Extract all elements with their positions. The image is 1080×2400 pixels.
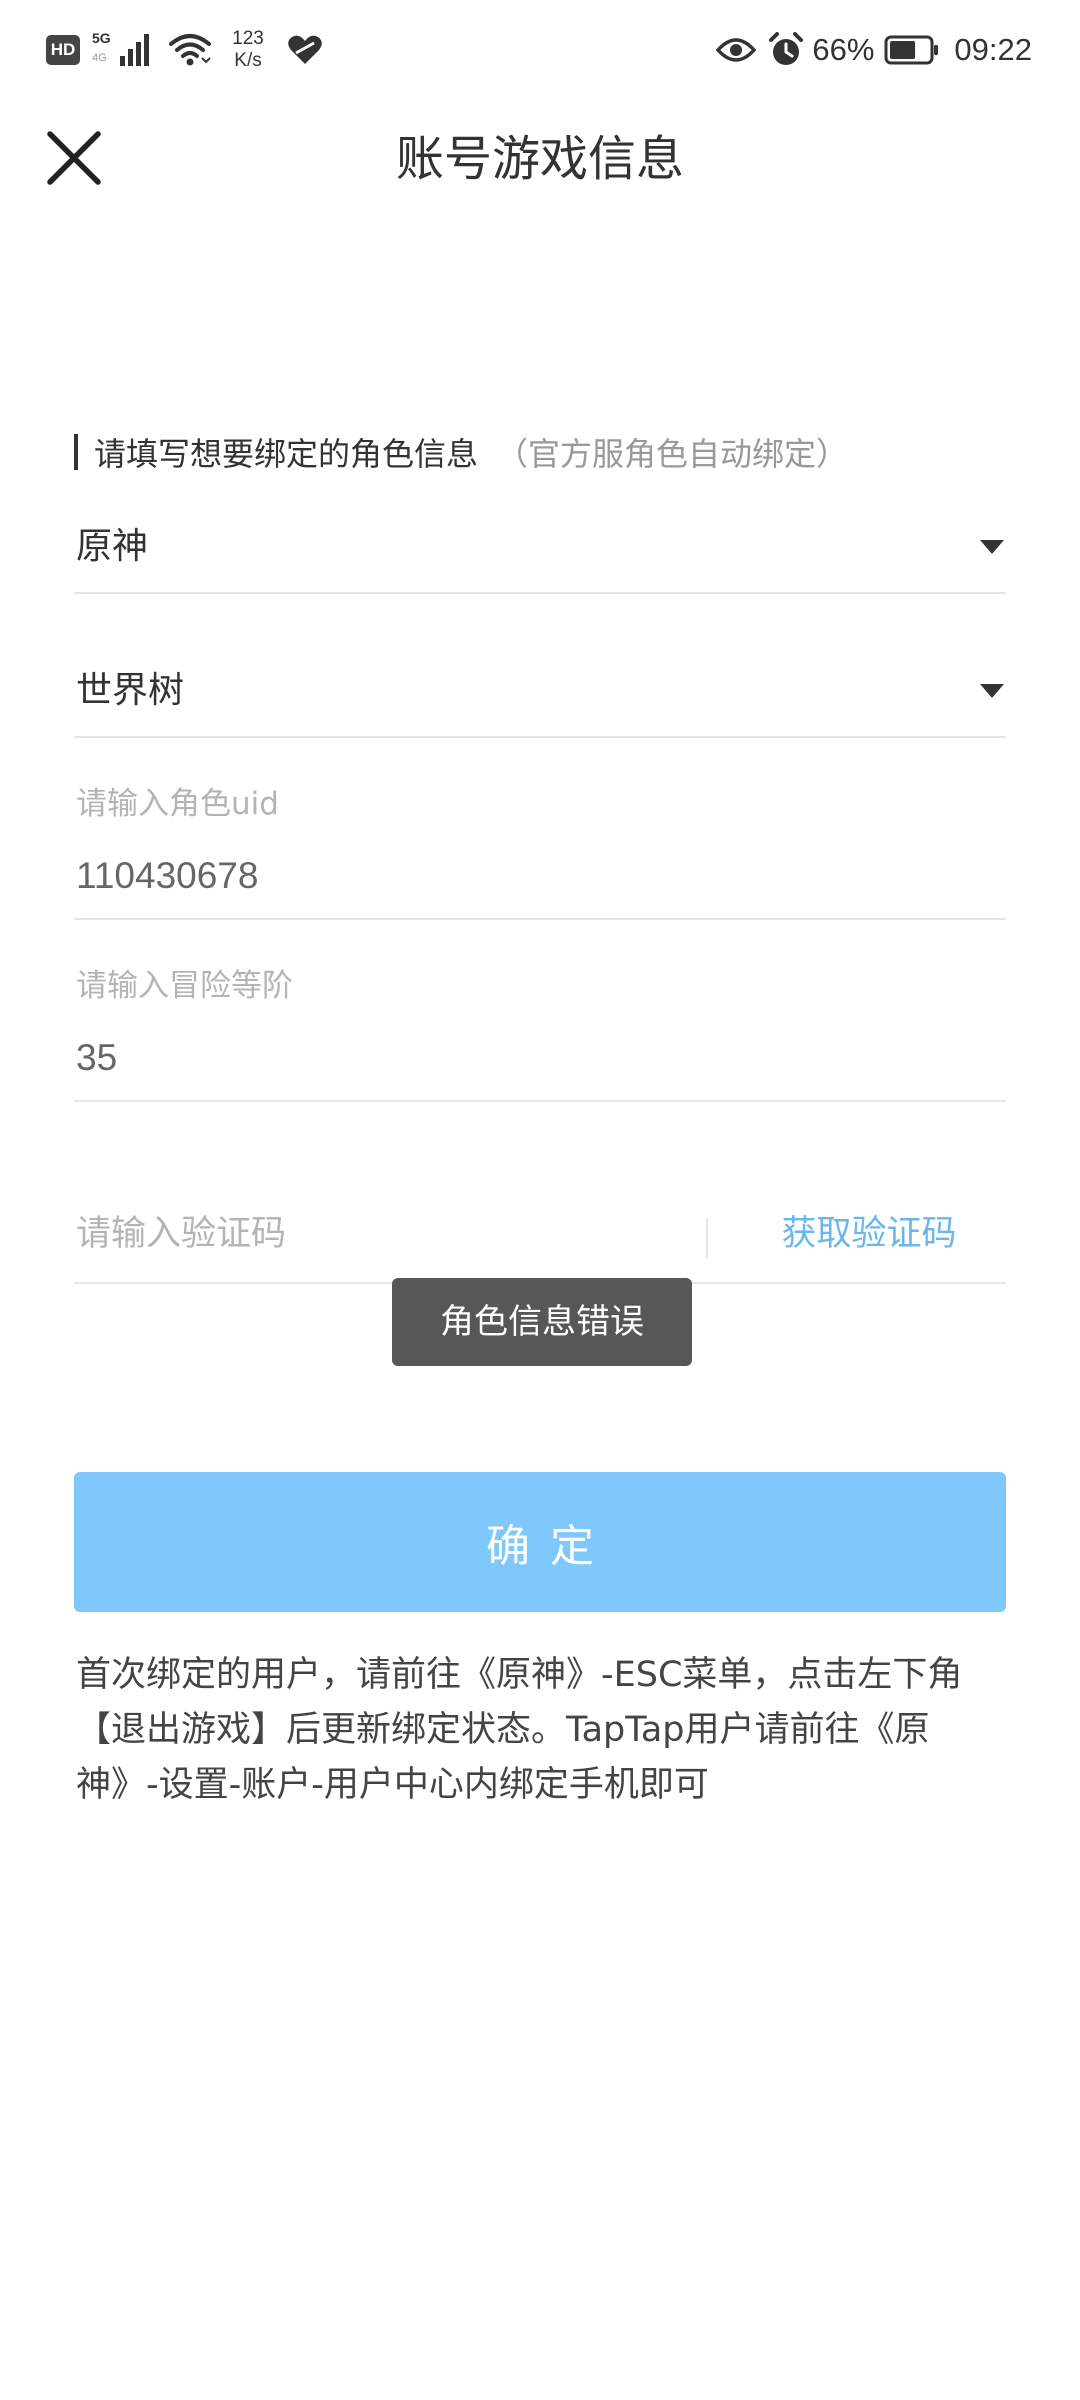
page-title: 账号游戏信息 [395,131,684,187]
adventure-rank-input[interactable] [74,1032,996,1084]
error-toast: 角色信息错误 [392,1278,692,1366]
section-label-bar [74,434,78,470]
status-bar: HD 5G 4G 123 K/s 66% 09:22 [0,0,1080,100]
caret-down-icon [980,540,1004,554]
verification-divider [706,1218,708,1258]
alarm-icon [769,32,804,65]
status-right: 66% 09:22 [716,26,1032,74]
adventure-rank-label: 请输入冒险等阶 [76,968,293,1004]
adventure-rank-field: 请输入冒险等阶 [74,964,1006,1102]
verification-input[interactable] [74,1208,676,1260]
uid-label: 请输入角色uid [76,786,279,822]
eye-icon [716,38,757,62]
game-select[interactable]: 原神 [74,512,1006,594]
caret-down-icon [980,684,1004,698]
confirm-button[interactable]: 确定 [74,1472,1006,1612]
network-speed: 123 K/s [224,28,272,72]
server-select[interactable]: 世界树 [74,656,1006,738]
section-label: 请填写想要绑定的角色信息 （官方服角色自动绑定） [74,432,849,473]
get-code-button[interactable]: 获取验证码 [734,1208,1004,1260]
section-label-text: 请填写想要绑定的角色信息 [94,435,479,473]
heart-icon [288,35,322,64]
network-5g-label: 5G [92,30,111,46]
uid-input[interactable] [74,850,996,902]
section-label-note: （官方服角色自动绑定） [496,435,849,473]
clock: 09:22 [954,32,1032,67]
wifi-icon [169,34,211,66]
speed-unit: K/s [234,50,262,71]
battery-percent: 66% [812,32,875,67]
network-4g-label: 4G [92,52,107,64]
verification-field: 获取验证码 [74,1190,1006,1284]
speed-value: 123 [232,28,264,49]
game-select-value: 原神 [76,526,149,567]
uid-field: 请输入角色uid [74,782,1006,920]
battery-icon [884,35,939,65]
server-select-value: 世界树 [76,670,185,711]
status-left: HD 5G 4G 123 K/s [46,26,324,74]
signal-icon: 5G 4G [92,26,160,74]
hd-badge: HD [46,35,80,65]
binding-notice: 首次绑定的用户，请前往《原神》-ESC菜单，点击左下角【退出游戏】后更新绑定状态… [76,1655,963,1805]
